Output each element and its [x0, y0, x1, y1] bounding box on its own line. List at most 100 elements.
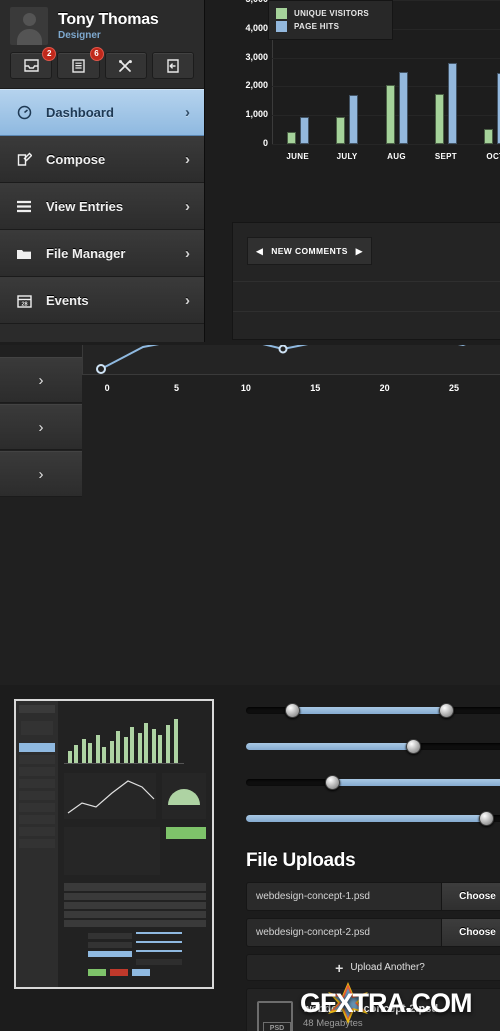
user-profile: Tony Thomas Designer — [0, 0, 204, 52]
chart-bar-group — [421, 63, 470, 144]
chevron-right-icon: › — [185, 245, 190, 262]
sidebar-item-label: Dashboard — [46, 105, 114, 120]
chart-y-tick-label: 5,000 — [224, 0, 268, 4]
compose-icon — [14, 152, 34, 167]
line-chart-x-tick: 10 — [240, 383, 251, 393]
traffic-line-chart — [82, 345, 500, 375]
line-chart-x-tick: 20 — [379, 383, 390, 393]
line-chart-x-tick: 25 — [449, 383, 460, 393]
sidebar: Tony Thomas Designer 2 6 Dashboard › Com… — [0, 0, 205, 342]
chart-gridline — [272, 144, 500, 145]
list-icon — [14, 200, 34, 213]
file-uploads-title: File Uploads — [246, 850, 356, 871]
slider-handle[interactable] — [325, 775, 341, 790]
legend-label: UNIQUE VISITORS — [294, 9, 370, 18]
slider-handle[interactable] — [438, 703, 454, 718]
line-chart-x-ticks: 0 5 10 15 20 25 — [82, 383, 500, 397]
inbox-icon — [23, 59, 39, 72]
chart-bar-group — [322, 94, 371, 144]
chevron-right-icon: › — [185, 151, 190, 168]
logout-icon — [167, 58, 179, 73]
comments-divider — [233, 311, 500, 312]
chart-y-tick-label: 2,000 — [245, 80, 268, 91]
chart-bar-group — [471, 72, 500, 144]
chart-bar — [434, 93, 444, 144]
content-editor-section: › › › 0510152025 Content Editor Helvetic… — [0, 345, 500, 685]
quick-action-notes[interactable]: 6 — [57, 47, 104, 79]
profile-role: Designer — [58, 30, 101, 42]
file-name-field[interactable]: webdesign-concept-1.psd — [247, 883, 441, 910]
range-slider-3[interactable] — [246, 765, 500, 801]
notes-icon — [72, 58, 85, 73]
legend-swatch-page-hits — [276, 21, 287, 32]
collapsed-nav-item-1[interactable]: › — [0, 357, 82, 403]
profile-name: Tony Thomas — [58, 10, 159, 28]
sidebar-item-dashboard[interactable]: Dashboard › — [0, 89, 204, 136]
avatar — [10, 7, 48, 45]
collapsed-nav-item-2[interactable]: › — [0, 404, 82, 450]
file-name-field[interactable]: webdesign-concept-2.psd — [247, 919, 441, 946]
plus-icon: + — [335, 959, 344, 976]
quick-action-logout[interactable] — [151, 52, 194, 79]
slider-handle[interactable] — [284, 703, 300, 718]
chart-bar — [398, 71, 408, 144]
legend-swatch-unique-visitors — [276, 8, 287, 19]
legend-label: PAGE HITS — [294, 22, 340, 31]
range-slider-1[interactable] — [246, 693, 500, 729]
chart-bar — [336, 116, 346, 144]
single-slider-4[interactable] — [246, 801, 500, 837]
thumbnail-graphic — [16, 701, 212, 987]
admin-panel-preview-thumbnail[interactable] — [14, 699, 214, 989]
sidebar-item-file-manager[interactable]: File Manager › — [0, 230, 204, 277]
line-chart-x-tick: 5 — [173, 383, 179, 393]
comments-divider — [233, 281, 500, 282]
next-arrow-icon[interactable]: ▶ — [356, 246, 363, 257]
slider-handle[interactable] — [406, 739, 422, 754]
chart-x-tick-label: JUNE — [286, 152, 309, 161]
chart-y-tick-label: 4,000 — [245, 22, 268, 33]
slider-fill — [246, 743, 414, 750]
choose-file-button[interactable]: Choose — [441, 883, 500, 910]
chart-y-tick-label: 0 — [262, 138, 268, 148]
prev-arrow-icon[interactable]: ◀ — [256, 246, 263, 257]
uploaded-file-size: 48 Megabytes — [303, 1018, 363, 1029]
calendar-icon: 28 — [14, 294, 34, 308]
sidebar-item-events[interactable]: 28 Events › — [0, 277, 204, 324]
line-chart-x-tick: 0 — [104, 383, 110, 393]
chart-bar — [349, 94, 359, 144]
sidebar-item-view-entries[interactable]: View Entries › — [0, 183, 204, 230]
sidebar-item-compose[interactable]: Compose › — [0, 136, 204, 183]
chart-y-tick-label: 3,000 — [245, 51, 268, 62]
quick-action-tools[interactable] — [104, 52, 147, 79]
inbox-badge: 2 — [42, 47, 57, 61]
chart-y-tick-label: 1,000 — [245, 109, 268, 120]
chart-x-tick-label: OCT — [486, 152, 500, 161]
collapsed-nav-item-3[interactable]: › — [0, 451, 82, 497]
single-slider-2[interactable] — [246, 729, 500, 765]
chart-legend: UNIQUE VISITORS PAGE HITS — [268, 0, 393, 40]
choose-file-button[interactable]: Choose — [441, 919, 500, 946]
watermark-text: GFXTRA.COM — [300, 988, 472, 1018]
legend-entry: PAGE HITS — [276, 21, 385, 32]
chart-bar-group — [273, 117, 322, 144]
slider-handle[interactable] — [479, 811, 495, 826]
chart-bar — [286, 131, 296, 144]
file-upload-row: webdesign-concept-1.psd Choose — [246, 882, 500, 911]
notes-badge: 6 — [89, 47, 104, 61]
screenshot-root: Tony Thomas Designer 2 6 Dashboard › Com… — [0, 0, 500, 1031]
upload-another-label: Upload Another? — [350, 962, 425, 973]
comments-tab-switcher[interactable]: ◀ NEW COMMENTS ▶ — [247, 237, 372, 265]
gauge-icon — [14, 105, 34, 120]
sidebar-item-label: Events — [46, 293, 89, 308]
slider-fill — [246, 815, 487, 822]
svg-text:28: 28 — [21, 301, 27, 307]
upload-another-button[interactable]: + Upload Another? — [246, 954, 500, 981]
comments-tab-label: NEW COMMENTS — [271, 246, 348, 256]
chart-x-tick-labels: JUNE JULY AUG SEPT OCT — [273, 152, 500, 161]
chart-bar-group — [372, 71, 421, 144]
chevron-right-icon: › — [185, 198, 190, 215]
line-chart-x-tick: 15 — [310, 383, 321, 393]
quick-action-inbox[interactable]: 2 — [10, 47, 57, 79]
quick-action-bar: 2 6 — [0, 47, 204, 88]
visitors-bar-chart: 5,000 4,000 3,000 2,000 1,000 0 JUNE JULY AUG SE… — [220, 0, 500, 202]
